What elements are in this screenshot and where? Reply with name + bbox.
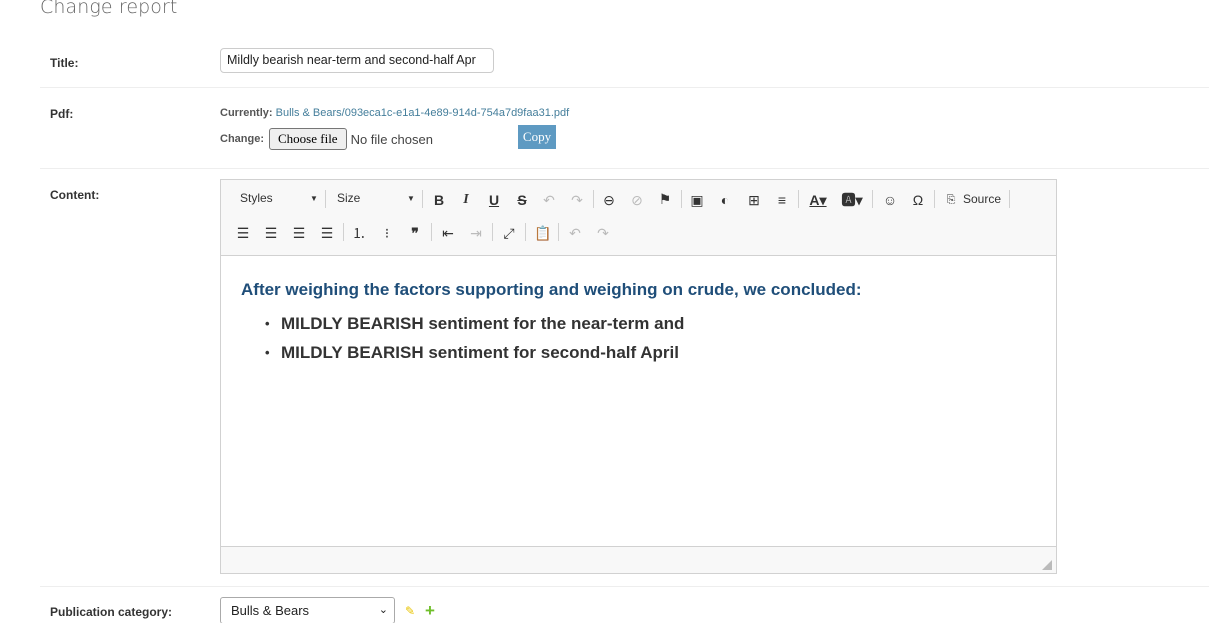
resize-handle-icon[interactable] <box>1042 560 1052 570</box>
toolbar-separator <box>934 190 935 208</box>
change-label: Change: <box>220 133 264 145</box>
size-combo-label: Size <box>337 191 361 205</box>
align-justify-icon[interactable]: ☰ <box>319 224 335 242</box>
toolbar-separator <box>343 223 344 241</box>
title-input[interactable]: Mildly bearish near-term and second-half… <box>220 48 494 73</box>
source-button[interactable]: Source <box>963 192 1001 206</box>
undo-icon[interactable]: ↶ <box>567 224 583 242</box>
toolbar-separator <box>681 190 682 208</box>
editor-toolbar: Styles ▼ Size ▼ B I U S ↶ ↷ ⊖ ⊘ ⚑ ▣ ◐ ⊞ … <box>221 180 1056 256</box>
toolbar-separator <box>558 223 559 241</box>
toolbar-separator <box>422 190 423 208</box>
editor-content-area[interactable]: After weighing the factors supporting an… <box>221 256 1056 547</box>
category-row: Publication category: Bulls & Bears ⌄ ✎ … <box>40 587 1209 623</box>
title-row: Title: Mildly bearish near-term and seco… <box>40 36 1209 88</box>
text-color-icon[interactable]: A▾ <box>806 191 830 209</box>
redo-icon[interactable]: ↷ <box>569 191 585 209</box>
align-right-icon[interactable]: ☰ <box>291 224 307 242</box>
undo-icon[interactable]: ↶ <box>541 191 557 209</box>
horizontal-rule-icon[interactable]: ≡ <box>774 191 790 209</box>
smiley-icon[interactable]: ☺ <box>882 191 898 209</box>
link-icon[interactable]: ⊖ <box>601 191 617 209</box>
title-label: Title: <box>50 56 79 70</box>
pdf-row: Pdf: Currently: Bulls & Bears/093eca1c-e… <box>40 88 1209 169</box>
pdf-label: Pdf: <box>50 107 74 121</box>
edit-pencil-icon[interactable]: ✎ <box>405 604 415 618</box>
no-file-text: No file chosen <box>350 131 433 147</box>
toolbar-separator <box>593 190 594 208</box>
maximize-icon[interactable]: ⤢ <box>501 224 517 242</box>
editor-status-bar <box>221 546 1056 573</box>
table-icon[interactable]: ⊞ <box>746 191 762 209</box>
indent-icon[interactable]: ⇥ <box>468 224 484 242</box>
toolbar-separator <box>325 190 326 208</box>
content-bullet-list: MILDLY BEARISH sentiment for the near-te… <box>265 314 1036 363</box>
italic-icon[interactable]: I <box>458 191 474 209</box>
rich-text-editor: Styles ▼ Size ▼ B I U S ↶ ↷ ⊖ ⊘ ⚑ ▣ ◐ ⊞ … <box>220 179 1057 574</box>
pdf-change: Change: Choose file No file chosen <box>220 128 433 150</box>
category-selected-value: Bulls & Bears <box>231 603 310 618</box>
list-item: MILDLY BEARISH sentiment for the near-te… <box>265 314 1036 334</box>
numbered-list-icon[interactable]: ⒈ <box>351 224 367 242</box>
list-item: MILDLY BEARISH sentiment for second-half… <box>265 343 1036 363</box>
content-heading: After weighing the factors supporting an… <box>241 280 862 299</box>
size-dropdown-icon: ▼ <box>407 194 415 203</box>
align-center-icon[interactable]: ☰ <box>263 224 279 242</box>
bulleted-list-icon[interactable]: ⁝ <box>379 224 395 242</box>
size-combo[interactable]: Size ▼ <box>337 191 417 205</box>
anchor-flag-icon[interactable]: ⚑ <box>657 190 673 208</box>
pdf-file-link[interactable]: Bulls & Bears/093eca1c-e1a1-4e89-914d-75… <box>276 107 570 119</box>
toolbar-separator <box>431 223 432 241</box>
bold-icon[interactable]: B <box>431 191 447 209</box>
align-left-icon[interactable]: ☰ <box>235 224 251 242</box>
content-label: Content: <box>50 188 100 202</box>
page-title: Change report <box>40 0 178 18</box>
special-char-icon[interactable]: Ω <box>910 191 926 209</box>
styles-dropdown-icon: ▼ <box>310 194 318 203</box>
toolbar-separator <box>525 223 526 241</box>
paste-icon[interactable]: 📋 <box>534 224 551 242</box>
category-label: Publication category: <box>50 605 173 619</box>
flash-icon[interactable]: ◐ <box>717 191 733 209</box>
toolbar-separator <box>798 190 799 208</box>
add-plus-icon[interactable]: + <box>425 601 435 621</box>
category-select[interactable]: Bulls & Bears ⌄ <box>220 597 395 623</box>
content-row: Content: Styles ▼ Size ▼ B I U S ↶ ↷ ⊖ ⊘… <box>40 169 1209 587</box>
copy-button[interactable]: Copy <box>518 125 556 149</box>
blockquote-icon[interactable]: ❞ <box>407 224 423 242</box>
styles-combo[interactable]: Styles ▼ <box>240 191 320 205</box>
unlink-icon[interactable]: ⊘ <box>629 191 645 209</box>
choose-file-button[interactable]: Choose file <box>269 128 347 150</box>
image-icon[interactable]: ▣ <box>689 191 705 209</box>
background-color-icon[interactable]: 🅰▾ <box>840 191 864 209</box>
styles-combo-label: Styles <box>240 191 273 205</box>
pdf-currently: Currently: Bulls & Bears/093eca1c-e1a1-4… <box>220 107 569 119</box>
toolbar-separator <box>1009 190 1010 208</box>
outdent-icon[interactable]: ⇤ <box>440 224 456 242</box>
chevron-down-icon: ⌄ <box>378 604 388 616</box>
toolbar-separator <box>492 223 493 241</box>
strikethrough-icon[interactable]: S <box>514 191 530 209</box>
toolbar-separator <box>872 190 873 208</box>
source-icon[interactable]: ⎘ <box>944 191 958 209</box>
redo-icon[interactable]: ↷ <box>595 224 611 242</box>
currently-label: Currently: <box>220 107 273 119</box>
underline-icon[interactable]: U <box>486 191 502 209</box>
